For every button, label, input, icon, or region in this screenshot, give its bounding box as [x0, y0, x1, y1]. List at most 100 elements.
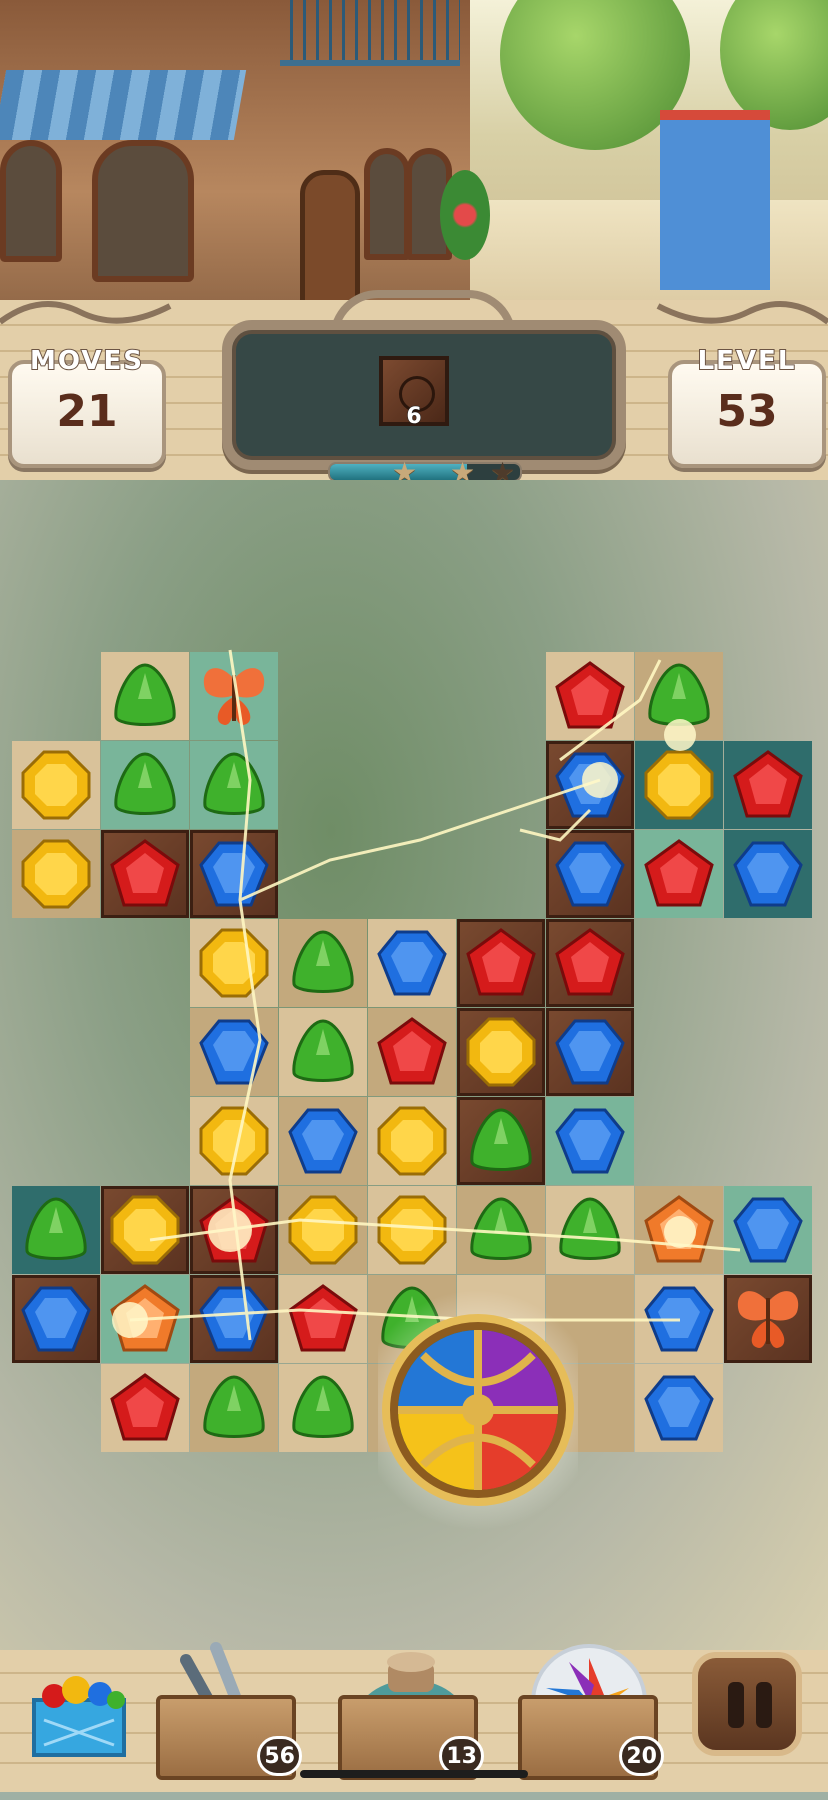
- wood-crate-tile[interactable]: [546, 919, 634, 1007]
- teal-tile[interactable]: [190, 652, 278, 740]
- gem-box-booster[interactable]: [24, 1660, 134, 1800]
- tile[interactable]: [279, 1097, 367, 1185]
- blue-gem[interactable]: [286, 1104, 360, 1178]
- green-gem[interactable]: [19, 1193, 93, 1267]
- blue-gem[interactable]: [731, 837, 805, 911]
- green-gem[interactable]: [286, 1371, 360, 1445]
- tile[interactable]: [546, 1186, 634, 1274]
- green-gem[interactable]: [553, 1193, 627, 1267]
- blue-gem[interactable]: [375, 926, 449, 1000]
- teal-tile[interactable]: [724, 741, 812, 829]
- tile[interactable]: [101, 652, 189, 740]
- blue-gem[interactable]: [731, 1193, 805, 1267]
- teal-tile[interactable]: [190, 741, 278, 829]
- yellow-gem[interactable]: [197, 1104, 271, 1178]
- yellow-gem[interactable]: [464, 1015, 538, 1089]
- tile[interactable]: [279, 1275, 367, 1363]
- wood-crate-tile[interactable]: [190, 1275, 278, 1363]
- yellow-gem[interactable]: [19, 748, 93, 822]
- blue-gem[interactable]: [197, 837, 271, 911]
- tile[interactable]: [368, 1008, 456, 1096]
- tile[interactable]: [190, 919, 278, 1007]
- blue-gem[interactable]: [19, 1282, 93, 1356]
- wood-crate-tile[interactable]: [190, 1186, 278, 1274]
- tile[interactable]: [279, 1008, 367, 1096]
- tile[interactable]: [635, 1364, 723, 1452]
- tile[interactable]: [635, 1186, 723, 1274]
- rainbow-orb-powerup[interactable]: [378, 1290, 578, 1530]
- tile[interactable]: [368, 1097, 456, 1185]
- tile[interactable]: [279, 1364, 367, 1452]
- orange-gem[interactable]: [642, 1193, 716, 1267]
- yellow-gem[interactable]: [375, 1104, 449, 1178]
- pause-button[interactable]: [692, 1652, 802, 1756]
- tile[interactable]: [190, 1097, 278, 1185]
- teal-tile[interactable]: [724, 830, 812, 918]
- green-gem[interactable]: [197, 748, 271, 822]
- tile[interactable]: [12, 741, 100, 829]
- tile[interactable]: [635, 652, 723, 740]
- tile[interactable]: [457, 1186, 545, 1274]
- teal-tile[interactable]: [635, 830, 723, 918]
- wood-crate-tile[interactable]: [546, 1008, 634, 1096]
- butterfly-gem[interactable]: [731, 1282, 805, 1356]
- teal-tile[interactable]: [724, 1186, 812, 1274]
- wood-crate-tile[interactable]: [190, 830, 278, 918]
- red-gem[interactable]: [286, 1282, 360, 1356]
- blue-gem[interactable]: [642, 1282, 716, 1356]
- red-gem[interactable]: [553, 926, 627, 1000]
- tile[interactable]: [635, 1275, 723, 1363]
- blue-gem[interactable]: [553, 1104, 627, 1178]
- red-gem[interactable]: [375, 1015, 449, 1089]
- green-gem[interactable]: [286, 1015, 360, 1089]
- green-gem[interactable]: [286, 926, 360, 1000]
- yellow-gem[interactable]: [642, 748, 716, 822]
- orange-gem[interactable]: [108, 1282, 182, 1356]
- yellow-gem[interactable]: [108, 1193, 182, 1267]
- teal-tile[interactable]: [101, 1275, 189, 1363]
- tile[interactable]: [546, 652, 634, 740]
- butterfly-gem[interactable]: [197, 659, 271, 733]
- blue-gem[interactable]: [553, 837, 627, 911]
- tile[interactable]: [101, 1364, 189, 1452]
- wood-crate-tile[interactable]: [457, 919, 545, 1007]
- wood-crate-tile[interactable]: [101, 830, 189, 918]
- red-gem[interactable]: [731, 748, 805, 822]
- tile[interactable]: [190, 1008, 278, 1096]
- wood-crate-tile[interactable]: [457, 1008, 545, 1096]
- tile[interactable]: [279, 1186, 367, 1274]
- green-gem[interactable]: [108, 659, 182, 733]
- teal-tile[interactable]: [546, 1097, 634, 1185]
- red-gem[interactable]: [642, 837, 716, 911]
- red-gem[interactable]: [553, 659, 627, 733]
- yellow-gem[interactable]: [197, 926, 271, 1000]
- wood-crate-tile[interactable]: [101, 1186, 189, 1274]
- tile[interactable]: [368, 1186, 456, 1274]
- rainbow-orb-booster[interactable]: 20: [518, 1640, 668, 1780]
- red-gem[interactable]: [108, 1371, 182, 1445]
- wood-crate-tile[interactable]: [457, 1097, 545, 1185]
- yellow-gem[interactable]: [19, 837, 93, 911]
- blue-gem[interactable]: [553, 748, 627, 822]
- wood-crate-tile[interactable]: [12, 1275, 100, 1363]
- wood-crate-tile[interactable]: [546, 741, 634, 829]
- tongs-booster[interactable]: 56: [156, 1640, 306, 1780]
- red-gem[interactable]: [108, 837, 182, 911]
- yellow-gem[interactable]: [375, 1193, 449, 1267]
- tile[interactable]: [190, 1364, 278, 1452]
- green-gem[interactable]: [464, 1193, 538, 1267]
- blue-gem[interactable]: [197, 1282, 271, 1356]
- teal-tile[interactable]: [635, 741, 723, 829]
- wood-crate-tile[interactable]: [546, 830, 634, 918]
- green-gem[interactable]: [642, 659, 716, 733]
- red-gem[interactable]: [464, 926, 538, 1000]
- red-gem[interactable]: [197, 1193, 271, 1267]
- tile[interactable]: [368, 919, 456, 1007]
- tile[interactable]: [12, 830, 100, 918]
- blue-gem[interactable]: [642, 1371, 716, 1445]
- teal-tile[interactable]: [12, 1186, 100, 1274]
- bomb-jar-booster[interactable]: 13: [338, 1640, 488, 1780]
- green-gem[interactable]: [464, 1104, 538, 1178]
- green-gem[interactable]: [197, 1371, 271, 1445]
- blue-gem[interactable]: [553, 1015, 627, 1089]
